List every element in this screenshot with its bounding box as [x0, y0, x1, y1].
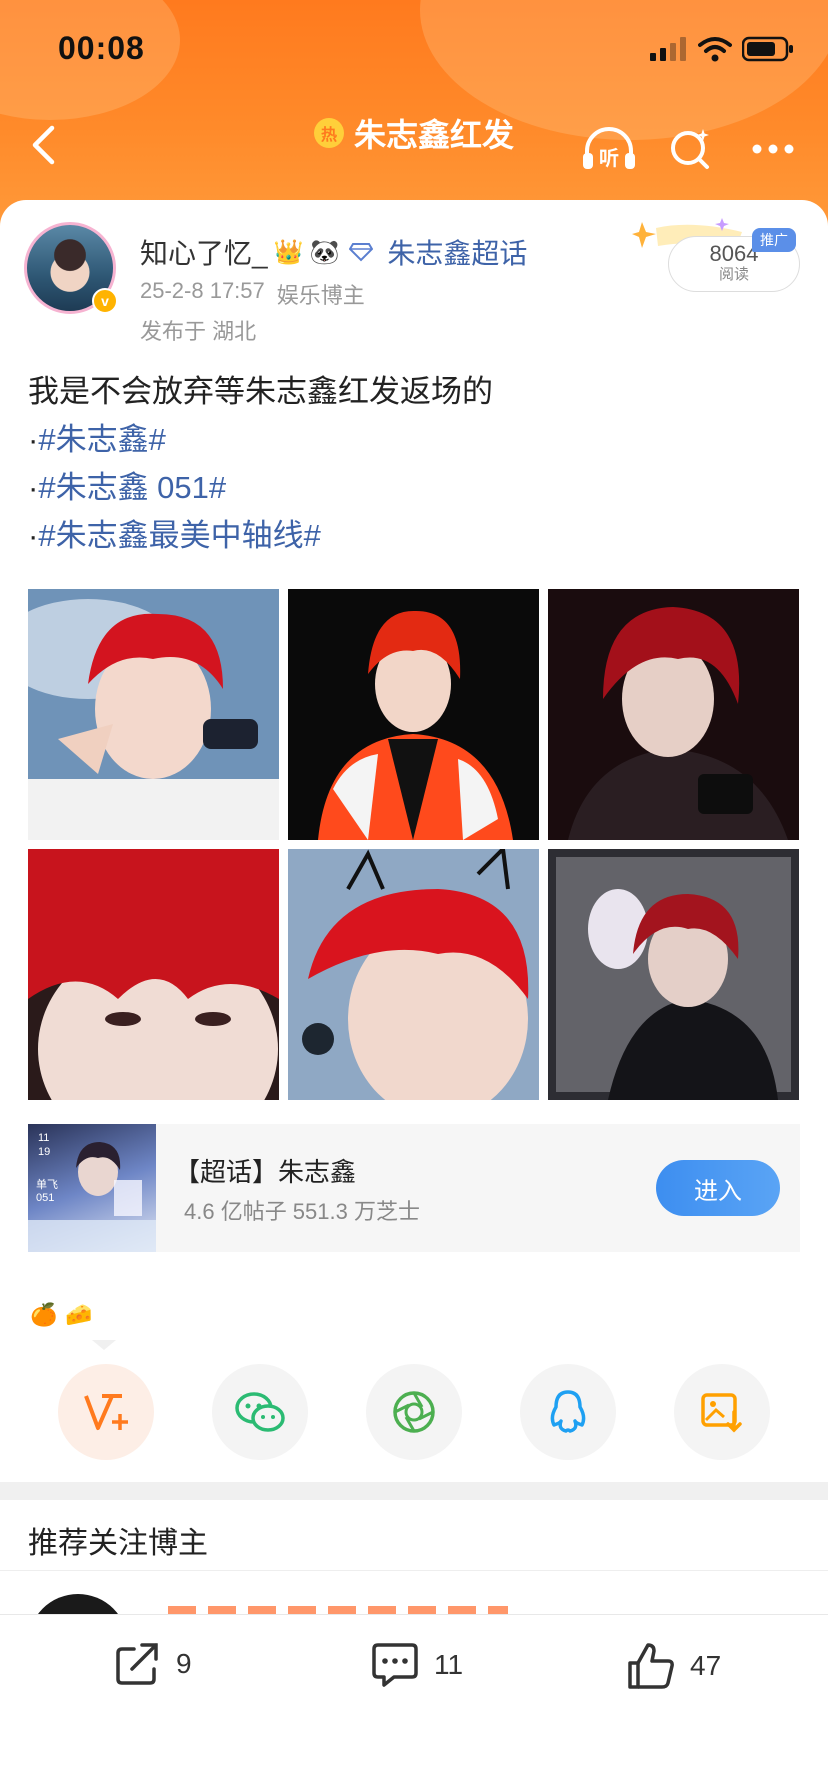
- qq-penguin-icon: [550, 1390, 586, 1433]
- post-location: 发布于 湖北: [140, 319, 257, 344]
- more-dots-icon: [752, 144, 794, 154]
- image-grid: [28, 589, 800, 1101]
- save-image-icon: [701, 1393, 742, 1433]
- save-image-button[interactable]: [674, 1364, 770, 1460]
- status-time: 00:08: [58, 30, 145, 66]
- cheese-emoji: 🧀: [65, 1302, 93, 1327]
- read-label: 阅读: [718, 266, 749, 283]
- signal-icon: [650, 37, 686, 61]
- post-image[interactable]: [28, 849, 279, 1100]
- supertopic-stats: 4.6 亿帖子 551.3 万芝士: [184, 1199, 420, 1224]
- share-action[interactable]: 9: [114, 1641, 192, 1687]
- section-divider: [0, 1482, 828, 1500]
- share-moments-button[interactable]: [366, 1364, 462, 1460]
- search-button[interactable]: [662, 120, 720, 178]
- post-image[interactable]: [288, 849, 539, 1100]
- share-qq-button[interactable]: [520, 1364, 616, 1460]
- nav-actions: 听: [580, 120, 802, 178]
- recommend-title: 推荐关注博主: [28, 1527, 208, 1560]
- supertopic-card[interactable]: 11 19 单飞 051 【超话】朱志鑫 4.6 亿帖子 551.3 万芝士 进…: [28, 1124, 800, 1252]
- photo-red-hair-2: [288, 589, 539, 840]
- moments-aperture-icon: [393, 1391, 435, 1433]
- page-title-text: 朱志鑫红发: [353, 117, 514, 153]
- author-avatar[interactable]: v: [24, 222, 118, 314]
- post-text-line: ·#朱志鑫#: [28, 422, 166, 457]
- comment-icon: [372, 1643, 418, 1687]
- post-body: 我是不会放弃等朱志鑫红发返场的 ·#朱志鑫# ·#朱志鑫 051# ·#朱志鑫最…: [28, 368, 493, 560]
- post-date: 25-2-8 17:57: [140, 278, 265, 303]
- post-text-line: ·#朱志鑫 051#: [28, 470, 227, 505]
- supertopic-link[interactable]: 朱志鑫超话: [387, 232, 527, 272]
- author-tag: 娱乐博主: [276, 283, 365, 308]
- search-icon: [671, 129, 709, 169]
- photo-red-hair-1: [28, 589, 279, 840]
- top-header: 00:08 热 朱志鑫红发 听: [0, 0, 828, 230]
- share-options: [0, 1364, 828, 1460]
- battery-icon: [742, 36, 793, 62]
- listen-button[interactable]: 听: [580, 120, 638, 178]
- enter-button[interactable]: 进入: [656, 1160, 780, 1216]
- hot-icon: 热: [313, 118, 344, 148]
- wifi-icon: [698, 37, 732, 62]
- post-image[interactable]: [28, 589, 279, 840]
- post-image[interactable]: [548, 589, 799, 840]
- post-text-line: ·#朱志鑫最美中轴线#: [28, 518, 321, 553]
- comment-count: 11: [434, 1649, 464, 1680]
- author-row: 知心了忆_ 👑 🐼 朱志鑫超话: [140, 232, 527, 272]
- photo-red-hair-5: [288, 849, 539, 1100]
- supertopic-thumb-art: [28, 1142, 156, 1252]
- supertopic-name: 【超话】朱志鑫: [174, 1157, 357, 1187]
- photo-red-hair-6: [548, 849, 799, 1100]
- share-weibo-button[interactable]: [58, 1364, 154, 1460]
- author-name[interactable]: 知心了忆_: [140, 232, 268, 272]
- like-action[interactable]: 47: [626, 1641, 721, 1691]
- recommend-divider: [0, 1570, 828, 1571]
- headphones-icon: 听: [583, 127, 635, 170]
- post-meta: 25-2-8 17:57 娱乐博主: [140, 278, 365, 310]
- share-count: 9: [176, 1648, 192, 1679]
- post-text: 我是不会放弃等朱志鑫红发返场的: [28, 374, 493, 409]
- listen-label: 听: [599, 146, 619, 170]
- status-icons: [650, 36, 794, 62]
- comment-action[interactable]: 11: [370, 1641, 463, 1689]
- crown-badge-icon: 👑: [273, 238, 304, 266]
- weibo-repost-icon: [84, 1394, 128, 1430]
- post-text-line: 我是不会放弃等朱志鑫红发返场的: [28, 368, 493, 416]
- orange-emoji: 🍊: [30, 1302, 58, 1327]
- reaction-emojis: 🍊 🧀: [30, 1302, 93, 1328]
- photo-red-hair-4: [28, 849, 279, 1100]
- post-image[interactable]: [288, 589, 539, 840]
- diamond-icon: [349, 243, 374, 262]
- post-image[interactable]: [548, 849, 799, 1100]
- wechat-icon: [235, 1392, 285, 1432]
- hashtag-link[interactable]: #朱志鑫 051#: [38, 470, 226, 505]
- hashtag-link[interactable]: #朱志鑫最美中轴线#: [38, 518, 320, 553]
- pointer-caret: [92, 1340, 116, 1350]
- like-count: 47: [690, 1650, 722, 1681]
- share-icon: [116, 1643, 158, 1685]
- hashtag-link[interactable]: #朱志鑫#: [38, 422, 165, 457]
- promo-button[interactable]: 推广: [752, 228, 796, 252]
- share-wechat-button[interactable]: [212, 1364, 308, 1460]
- verified-icon: v: [92, 288, 118, 314]
- more-button[interactable]: [744, 120, 802, 178]
- supertopic-thumbnail: 11 19 单飞 051: [28, 1124, 156, 1252]
- photo-red-hair-3: [548, 589, 799, 840]
- thumbs-up-icon: [628, 1643, 674, 1689]
- bottom-action-bar: 9 11 47: [0, 1614, 828, 1792]
- panda-badge-icon: 🐼: [309, 238, 340, 266]
